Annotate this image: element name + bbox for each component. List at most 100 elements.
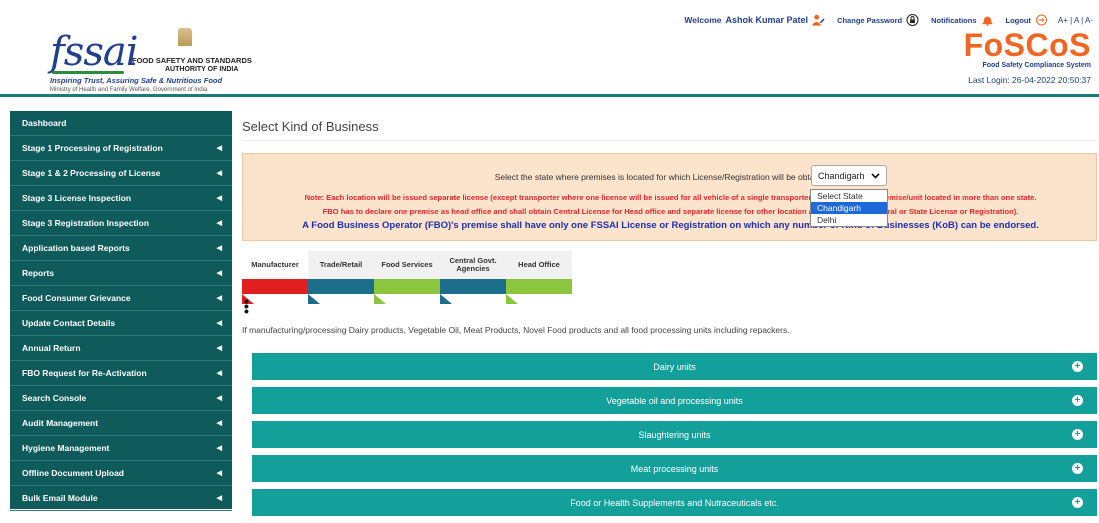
lock-icon <box>906 14 919 26</box>
sidebar-item-dashboard[interactable]: Dashboard <box>10 111 232 136</box>
accordion-vegetable-oil[interactable]: Vegetable oil and processing units + <box>252 387 1097 414</box>
plus-circle-icon[interactable]: + <box>1072 497 1083 508</box>
sidebar-item-label: Search Console <box>22 393 87 403</box>
sidebar-item-search-console[interactable]: Search Console ◀ <box>10 386 232 411</box>
sidebar-item-label: Update Contact Details <box>22 318 116 328</box>
sidebar-item-label: Audit Management <box>22 418 99 428</box>
chevron-left-icon: ◀ <box>216 220 222 227</box>
national-emblem-icon <box>178 28 192 46</box>
chevron-left-icon: ◀ <box>216 320 222 327</box>
tab-pointer <box>440 294 452 304</box>
tab-color-bar <box>440 279 506 294</box>
sidebar-item-application-reports[interactable]: Application based Reports ◀ <box>10 236 232 261</box>
tab-label: Central Govt. Agencies <box>440 251 506 279</box>
sidebar-item-stage12-license[interactable]: Stage 1 & 2 Processing of License ◀ <box>10 161 232 186</box>
tagline: Inspiring Trust, Assuring Safe & Nutriti… <box>50 76 223 85</box>
tab-label: Food Services <box>374 251 440 279</box>
fssai-logo[interactable]: fssai FOOD SAFETY AND STANDARDS AUTHORIT… <box>50 26 260 96</box>
bell-icon[interactable] <box>981 14 994 26</box>
sidebar-item-label: Stage 1 Processing of Registration <box>22 143 163 153</box>
accordion-food-supplements[interactable]: Food or Health Supplements and Nutraceut… <box>252 489 1097 516</box>
org-name-line1: FOOD SAFETY AND STANDARDS <box>132 56 252 65</box>
state-select[interactable]: Chandigarh <box>811 165 887 186</box>
sidebar-item-hygiene-management[interactable]: Hygiene Management ◀ <box>10 436 232 461</box>
accordion-dairy-units[interactable]: Dairy units + <box>252 353 1097 380</box>
state-option-chandigarh[interactable]: Chandigarh <box>811 202 887 214</box>
sidebar-item-label: Application based Reports <box>22 243 130 253</box>
vertical-dots-icon[interactable]: • • • <box>244 294 249 318</box>
accordion-title: Food or Health Supplements and Nutraceut… <box>570 497 779 508</box>
state-prompt: Select the state where premises is locat… <box>494 172 833 182</box>
plus-circle-icon[interactable]: + <box>1072 429 1083 440</box>
sidebar-item-label: Hygiene Management <box>22 443 110 453</box>
sidebar-item-label: Dashboard <box>22 118 67 128</box>
sidebar-item-stage3-registration-inspection[interactable]: Stage 3 Registration Inspection ◀ <box>10 211 232 236</box>
top-utility-bar: Welcome Ashok Kumar Patel Change Passwor… <box>684 14 1093 26</box>
chevron-left-icon: ◀ <box>216 270 222 277</box>
state-option-select-state[interactable]: Select State <box>811 190 887 202</box>
tab-central-govt-agencies[interactable]: Central Govt. Agencies <box>440 251 506 306</box>
chevron-down-icon <box>871 172 880 179</box>
sidebar-item-label: FBO Request for Re-Activation <box>22 368 147 378</box>
foscos-subtitle: Food Safety Compliance System <box>982 62 1091 69</box>
sidebar-item-annual-return[interactable]: Annual Return ◀ <box>10 336 232 361</box>
tab-food-services[interactable]: Food Services <box>374 251 440 306</box>
tab-color-bar <box>506 279 572 294</box>
ministry-text: Ministry of Health and Family Welfare, G… <box>50 87 208 93</box>
sidebar-item-stage1-registration[interactable]: Stage 1 Processing of Registration ◀ <box>10 136 232 161</box>
tab-trade-retail[interactable]: Trade/Retail <box>308 251 374 306</box>
sidebar-item-audit-management[interactable]: Audit Management ◀ <box>10 411 232 436</box>
font-size-controls[interactable]: A+ | A | A- <box>1058 16 1093 25</box>
chevron-left-icon: ◀ <box>216 470 222 477</box>
plus-circle-icon[interactable]: + <box>1072 395 1083 406</box>
notifications-link[interactable]: Notifications <box>931 16 976 25</box>
note-line-3: A Food Business Operator (FBO)'s premise… <box>302 220 1039 231</box>
sidebar-item-reports[interactable]: Reports ◀ <box>10 261 232 286</box>
foscos-brand: FoSCoS Food Safety Compliance System Las… <box>951 28 1091 92</box>
tab-head-office[interactable]: Head Office <box>506 251 572 306</box>
fssai-logo-word: fssai <box>50 29 138 75</box>
logout-icon[interactable] <box>1035 14 1048 26</box>
tab-label: Head Office <box>506 251 572 279</box>
tab-pointer <box>506 294 518 304</box>
sidebar-item-stage3-license-inspection[interactable]: Stage 3 License Inspection ◀ <box>10 186 232 211</box>
unit-accordion: Dairy units + Vegetable oil and processi… <box>252 353 1097 523</box>
sidebar-item-label: Annual Return <box>22 343 81 353</box>
accordion-slaughtering-units[interactable]: Slaughtering units + <box>252 421 1097 448</box>
sidebar-item-consumer-grievance[interactable]: Food Consumer Grievance ◀ <box>10 286 232 311</box>
state-option-delhi[interactable]: Delhi <box>811 214 887 226</box>
sidebar-item-label: Offline Document Upload <box>22 468 124 478</box>
tab-manufacturer[interactable]: Manufacturer <box>242 251 308 306</box>
manufacturer-description: If manufacturing/processing Dairy produc… <box>242 325 790 335</box>
accordion-title: Slaughtering units <box>638 429 711 440</box>
chevron-left-icon: ◀ <box>216 370 222 377</box>
state-select-value: Chandigarh <box>818 170 865 181</box>
accordion-meat-processing[interactable]: Meat processing units + <box>252 455 1097 482</box>
user-name: Ashok Kumar Patel <box>725 15 809 25</box>
tab-pointer <box>308 294 320 304</box>
chevron-left-icon: ◀ <box>216 245 222 252</box>
sidebar-item-update-contact[interactable]: Update Contact Details ◀ <box>10 311 232 336</box>
page-title: Select Kind of Business <box>242 111 1097 141</box>
tab-color-bar <box>374 279 440 294</box>
user-edit-icon[interactable] <box>812 14 825 26</box>
last-login: Last Login: 26-04-2022 20:50:37 <box>968 75 1091 85</box>
chevron-left-icon: ◀ <box>216 170 222 177</box>
tab-color-bar <box>308 279 374 294</box>
business-kind-tabs: Manufacturer Trade/Retail Food Services … <box>242 251 572 311</box>
sidebar-item-label: Reports <box>22 268 55 278</box>
sidebar-item-label: Stage 3 License Inspection <box>22 193 132 203</box>
change-password-link[interactable]: Change Password <box>837 16 902 25</box>
plus-circle-icon[interactable]: + <box>1072 361 1083 372</box>
sidebar-item-label: Food Consumer Grievance <box>22 293 131 303</box>
accordion-title: Dairy units <box>653 361 696 372</box>
tab-pointer <box>374 294 386 304</box>
sidebar-item-bulk-email[interactable]: Bulk Email Module ◀ <box>10 486 232 511</box>
sidebar-item-offline-upload[interactable]: Offline Document Upload ◀ <box>10 461 232 486</box>
logout-link[interactable]: Logout <box>1006 16 1031 25</box>
plus-circle-icon[interactable]: + <box>1072 463 1083 474</box>
chevron-left-icon: ◀ <box>216 445 222 452</box>
sidebar-item-fbo-reactivation[interactable]: FBO Request for Re-Activation ◀ <box>10 361 232 386</box>
welcome-label: Welcome <box>684 15 722 25</box>
chevron-left-icon: ◀ <box>216 295 222 302</box>
